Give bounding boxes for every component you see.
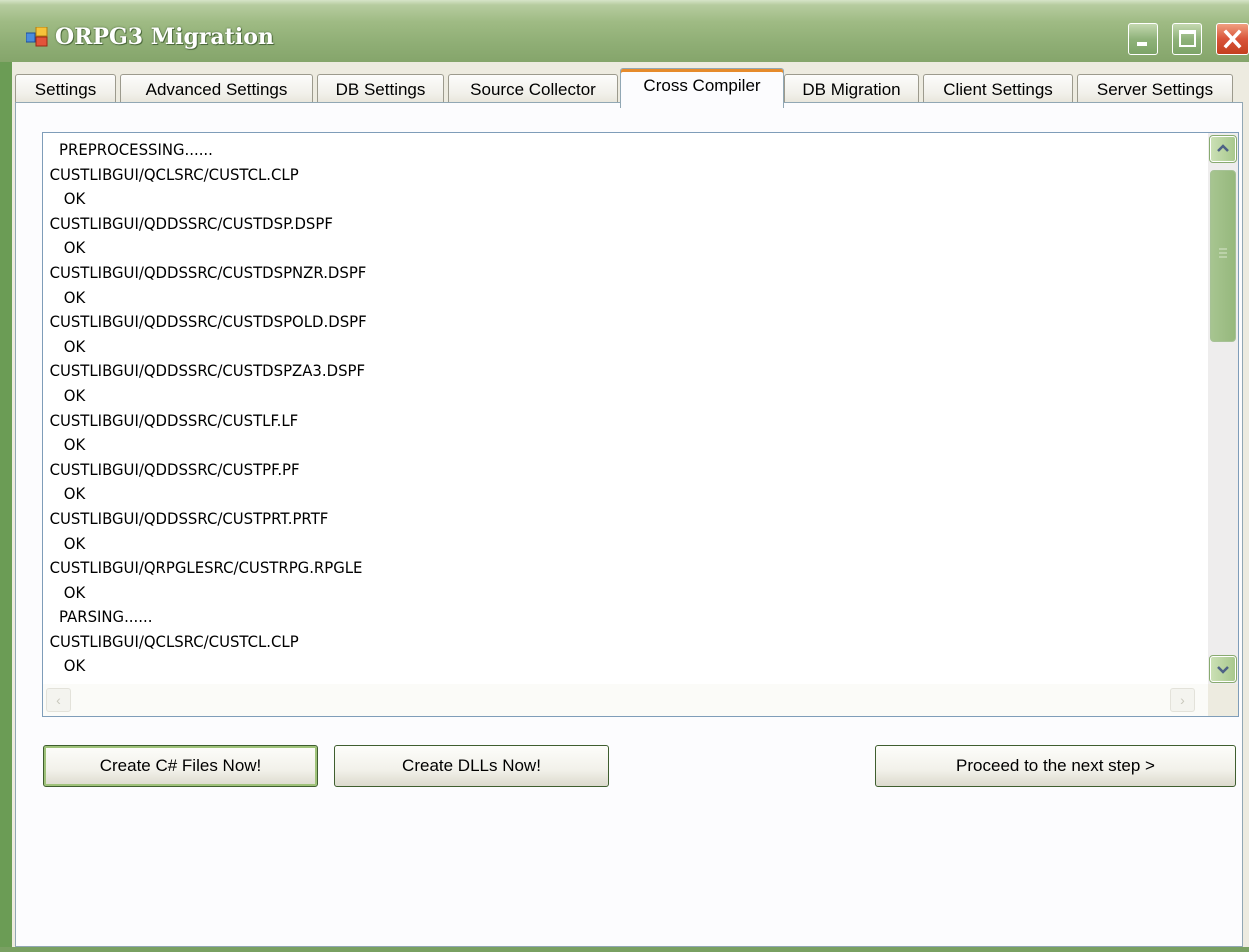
create-dlls-button[interactable]: Create DLLs Now! bbox=[334, 745, 609, 787]
chevron-down-icon bbox=[1217, 666, 1229, 674]
close-icon bbox=[1223, 29, 1242, 49]
log-line: CUSTLIBGUI/QCLSRC/CUSTCL.CLP bbox=[49, 164, 299, 184]
maximize-button[interactable] bbox=[1172, 23, 1202, 55]
log-line: CUSTLIBGUI/QDDSSRC/CUSTLF.LF bbox=[49, 410, 299, 430]
chevron-right-icon: › bbox=[1180, 692, 1185, 708]
tab-strip: Settings Advanced Settings DB Settings S… bbox=[12, 68, 1249, 108]
log-line: OK bbox=[49, 484, 86, 504]
log-line: OK bbox=[49, 287, 86, 307]
minimize-button[interactable] bbox=[1128, 23, 1158, 55]
log-line: CUSTLIBGUI/QDDSSRC/CUSTDSPOLD.DSPF bbox=[49, 312, 367, 332]
vertical-scrollbar[interactable] bbox=[1208, 133, 1238, 685]
log-line: PREPROCESSING...... bbox=[49, 140, 213, 159]
scroll-left-button[interactable]: ‹ bbox=[46, 688, 71, 712]
scroll-thumb[interactable] bbox=[1210, 170, 1236, 342]
compiler-log-text: PREPROCESSING...... CUSTLIBGUI/QCLSRC/CUS… bbox=[44, 138, 1121, 681]
scroll-right-button[interactable]: › bbox=[1170, 688, 1195, 712]
log-line: OK bbox=[49, 533, 86, 553]
close-button[interactable] bbox=[1216, 23, 1249, 55]
horizontal-scrollbar[interactable]: ‹ › bbox=[43, 684, 1208, 716]
log-line: OK bbox=[49, 656, 86, 676]
minimize-icon bbox=[1137, 42, 1147, 46]
log-line: CUSTLIBGUI/QDDSSRC/CUSTDSPZA3.DSPF bbox=[49, 361, 366, 381]
log-line: OK bbox=[49, 336, 86, 356]
scroll-down-button[interactable] bbox=[1209, 655, 1237, 683]
app-window: ORPG3 Migration Settings Advanced Settin… bbox=[0, 0, 1249, 952]
log-line: CUSTLIBGUI/QRPGLESRC/CUSTRPG.RPGLE bbox=[49, 558, 363, 578]
create-csharp-files-button[interactable]: Create C# Files Now! bbox=[43, 745, 318, 787]
log-line: CUSTLIBGUI/QDDSSRC/CUSTPRT.PRTF bbox=[49, 508, 329, 528]
scroll-up-button[interactable] bbox=[1209, 135, 1237, 163]
log-line: CUSTLIBGUI/QDDSSRC/CUSTPF.PF bbox=[49, 459, 300, 479]
log-line: OK bbox=[49, 435, 86, 455]
log-line: OK bbox=[49, 582, 86, 602]
log-line: CUSTLIBGUI/QDDSSRC/CUSTDSP.DSPF bbox=[49, 213, 333, 233]
log-line: OK bbox=[49, 189, 86, 209]
window-bottom-border bbox=[0, 947, 1249, 952]
log-line: OK bbox=[49, 238, 86, 258]
log-line: CUSTLIBGUI/QDDSSRC/CUSTDSPNZR.DSPF bbox=[49, 262, 367, 282]
maximize-icon bbox=[1179, 30, 1196, 47]
chevron-left-icon: ‹ bbox=[56, 692, 61, 708]
log-line: PARSING...... bbox=[49, 607, 153, 627]
log-line: CUSTLIBGUI/QCLSRC/CUSTCL.CLP bbox=[49, 631, 299, 651]
compiler-log-textbox[interactable]: PREPROCESSING...... CUSTLIBGUI/QCLSRC/CUS… bbox=[42, 132, 1239, 717]
grip-icon bbox=[1219, 248, 1227, 258]
title-bar[interactable]: ORPG3 Migration bbox=[0, 0, 1249, 62]
chevron-up-icon bbox=[1217, 144, 1229, 152]
scrollbar-corner bbox=[1208, 684, 1238, 716]
window-title: ORPG3 Migration bbox=[55, 24, 274, 50]
app-window-icon bbox=[26, 27, 48, 47]
client-area: Settings Advanced Settings DB Settings S… bbox=[12, 62, 1249, 947]
tab-cross-compiler[interactable]: Cross Compiler bbox=[620, 68, 784, 108]
proceed-next-step-button[interactable]: Proceed to the next step > bbox=[875, 745, 1236, 787]
log-line: OK bbox=[49, 385, 86, 405]
